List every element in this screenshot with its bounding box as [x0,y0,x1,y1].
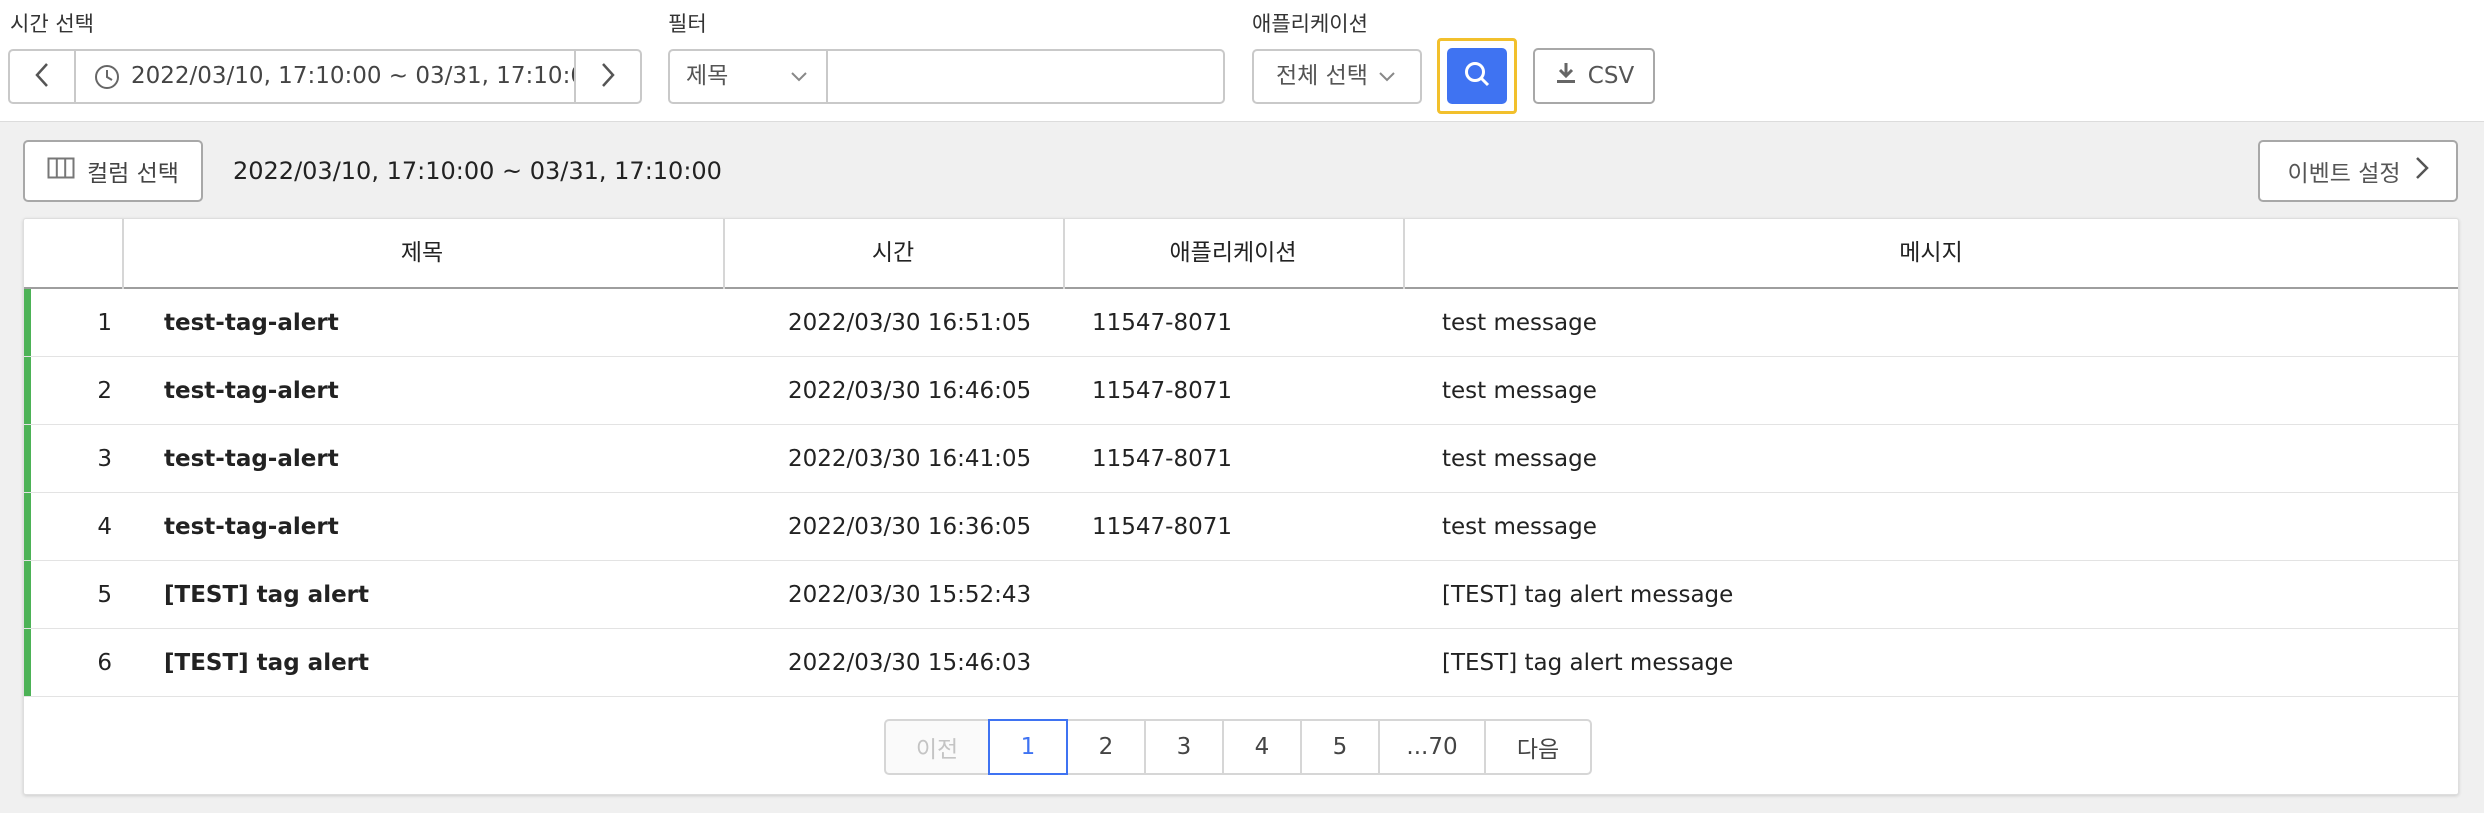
event-settings-button[interactable]: 이벤트 설정 [2258,140,2458,202]
table-row[interactable]: 6 [TEST] tag alert 2022/03/30 15:46:03 [… [24,629,2458,697]
search-icon [1463,60,1491,92]
page-button-1[interactable]: 1 [988,719,1068,775]
row-message: [TEST] tag alert message [1442,582,1734,608]
row-title: test-tag-alert [164,378,339,404]
page-button-3[interactable]: 3 [1144,719,1224,775]
time-range-picker[interactable]: 2022/03/10, 17:10:00 ~ 03/31, 17:10:00 [74,49,600,104]
row-time: 2022/03/30 16:36:05 [788,514,1032,540]
column-select-label: 컬럼 선택 [87,161,179,187]
download-icon [1554,61,1578,91]
row-message: test message [1442,446,1597,472]
page-button-4[interactable]: 4 [1222,719,1302,775]
row-message: test message [1442,310,1597,336]
table-row[interactable]: 3 test-tag-alert 2022/03/30 16:41:05 115… [24,425,2458,493]
chevron-down-icon [790,51,808,101]
chevron-left-icon [34,62,50,92]
row-number: 6 [97,650,112,676]
row-title: test-tag-alert [164,514,339,540]
pagination: 이전 1 2 3 4 5 ...70 다음 [884,719,1592,775]
row-title: test-tag-alert [164,446,339,472]
header-title[interactable]: 제목 [122,219,722,287]
row-application: 11547-8071 [1092,514,1232,540]
header-time[interactable]: 시간 [724,219,1062,287]
application-label: 애플리케이션 [1252,12,1368,36]
row-time: 2022/03/30 16:41:05 [788,446,1032,472]
row-time: 2022/03/30 16:46:05 [788,378,1032,404]
last-page-button[interactable]: ...70 [1378,719,1486,775]
search-button[interactable] [1447,48,1507,104]
column-divider [122,219,124,289]
row-application: 11547-8071 [1092,446,1232,472]
table-row[interactable]: 4 test-tag-alert 2022/03/30 16:36:05 115… [24,493,2458,561]
filter-value-input[interactable] [826,49,1225,104]
columns-icon [47,157,75,185]
header-message[interactable]: 메시지 [1404,219,2458,287]
row-time: 2022/03/30 15:46:03 [788,650,1032,676]
table-header: 제목 시간 애플리케이션 메시지 [24,219,2458,289]
filter-field-select[interactable]: 제목 [668,49,828,104]
row-message: test message [1442,378,1597,404]
row-message: [TEST] tag alert message [1442,650,1734,676]
filter-label: 필터 [668,12,707,36]
column-select-button[interactable]: 컬럼 선택 [23,140,203,202]
application-select[interactable]: 전체 선택 [1252,49,1422,104]
row-time: 2022/03/30 16:51:05 [788,310,1032,336]
row-title: [TEST] tag alert [164,650,370,676]
table-row[interactable]: 2 test-tag-alert 2022/03/30 16:46:05 115… [24,357,2458,425]
row-number: 4 [97,514,112,540]
event-table: 제목 시간 애플리케이션 메시지 1 test-tag-alert 2022/0… [23,218,2459,795]
row-message: test message [1442,514,1597,540]
csv-download-button[interactable]: CSV [1533,48,1655,104]
row-number: 2 [97,378,112,404]
row-title: [TEST] tag alert [164,582,370,608]
prev-page-button[interactable]: 이전 [884,719,990,775]
column-divider [1403,219,1405,289]
row-application: 11547-8071 [1092,310,1232,336]
row-number: 1 [97,310,112,336]
table-row[interactable]: 5 [TEST] tag alert 2022/03/30 15:52:43 [… [24,561,2458,629]
row-number: 5 [97,582,112,608]
row-title: test-tag-alert [164,310,339,336]
next-range-button[interactable] [574,49,642,104]
time-range-text: 2022/03/10, 17:10:00 ~ 03/31, 17:10:00 [131,63,600,89]
chevron-right-icon [600,62,616,92]
selected-range-display: 2022/03/10, 17:10:00 ~ 03/31, 17:10:00 [233,157,722,185]
row-application: 11547-8071 [1092,378,1232,404]
page-button-2[interactable]: 2 [1066,719,1146,775]
clock-icon [94,64,120,94]
chevron-right-icon [2415,156,2429,186]
application-select-value: 전체 선택 [1276,63,1368,89]
event-settings-label: 이벤트 설정 [2287,161,2401,187]
row-time: 2022/03/30 15:52:43 [788,582,1032,608]
next-page-button[interactable]: 다음 [1484,719,1592,775]
csv-label: CSV [1587,63,1635,89]
filter-field-value: 제목 [686,63,729,89]
table-row[interactable]: 1 test-tag-alert 2022/03/30 16:51:05 115… [24,289,2458,357]
column-divider [723,219,725,289]
page-button-5[interactable]: 5 [1300,719,1380,775]
filter-bar: 시간 선택 필터 애플리케이션 2022/03/10, 17:10:00 ~ 0… [0,0,2484,122]
prev-range-button[interactable] [8,49,76,104]
time-select-label: 시간 선택 [10,12,94,36]
chevron-down-icon [1378,51,1396,101]
header-application[interactable]: 애플리케이션 [1064,219,1402,287]
row-number: 3 [97,446,112,472]
column-divider [1063,219,1065,289]
